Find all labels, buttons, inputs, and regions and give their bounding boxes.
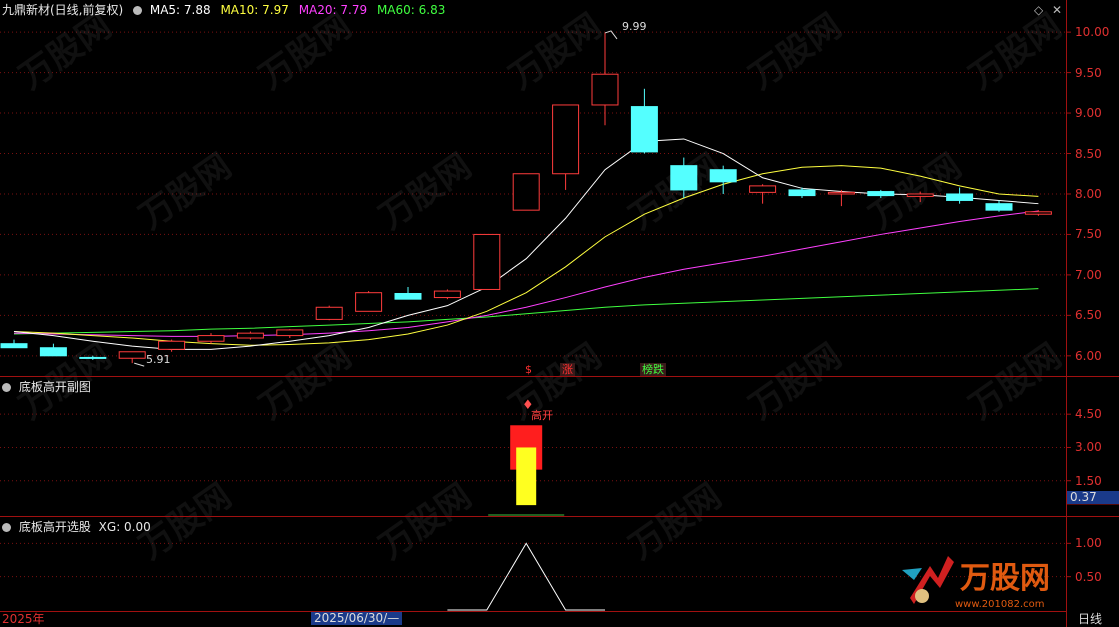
sub1-header: 底板高开副图 <box>2 380 91 394</box>
year-label: 2025年 <box>2 612 45 626</box>
candle-body-down <box>709 169 737 183</box>
right-axis-border <box>1066 0 1067 627</box>
sub1-yellow-bar <box>516 447 537 506</box>
watermark-text: 万股网 <box>373 147 478 237</box>
sub1-tick-label: 1.50 <box>1075 473 1102 488</box>
watermark-text: 万股网 <box>503 337 608 427</box>
watermark-text: 万股网 <box>963 337 1068 427</box>
watermark-text: 万股网 <box>373 477 478 567</box>
price-tick-label: 6.50 <box>1075 308 1102 323</box>
sub2-toggle-icon[interactable] <box>2 523 11 532</box>
candle-body-up <box>906 193 934 197</box>
candle-body-down <box>630 106 658 153</box>
sub2-tick-label: 1.00 <box>1075 536 1102 551</box>
candle-body-up <box>118 351 146 359</box>
sub1-panel-bottom-border <box>0 516 1119 517</box>
price-tick-label: 9.00 <box>1075 106 1102 121</box>
candle-body-down <box>39 347 67 357</box>
candle-body-up <box>276 329 304 337</box>
watermark-text: 万股网 <box>253 7 358 97</box>
diamond-signal-icon: ♦ <box>522 398 534 413</box>
candle-body-up <box>1024 211 1052 215</box>
candle-body-up <box>749 185 777 193</box>
ma60-line <box>13 288 1039 335</box>
stock-title[interactable]: 九鼎新材(日线,前复权) <box>2 3 123 17</box>
price-tick-label: 7.00 <box>1075 267 1102 282</box>
candle-body-down <box>985 203 1013 211</box>
candle-body-up <box>197 335 225 342</box>
xg-signal-line <box>447 542 605 611</box>
candle-body-up <box>315 306 343 320</box>
sub2-title[interactable]: 底板高开选股 <box>19 520 91 534</box>
candle-body-down <box>670 165 698 191</box>
price-tick-label: 7.50 <box>1075 227 1102 242</box>
legend-bar: 九鼎新材(日线,前复权) MA5: 7.88 MA10: 7.97 MA20: … <box>2 3 445 17</box>
candle-body-down <box>0 343 28 349</box>
main-panel-bottom-border <box>0 376 1119 377</box>
sub1-title[interactable]: 底板高开副图 <box>19 380 91 394</box>
price-tick-label: 8.50 <box>1075 146 1102 161</box>
candle-body-up <box>552 104 580 175</box>
date-cursor-label: 2025/06/30/— <box>311 612 403 625</box>
candle-body-down <box>79 356 107 359</box>
indicator-toggle-icon[interactable] <box>133 6 143 15</box>
candle-body-up <box>433 290 461 299</box>
brand-logo: 万股网 <box>960 561 1050 596</box>
period-label[interactable]: 日线 <box>1078 612 1102 626</box>
price-tick-label: 9.50 <box>1075 65 1102 80</box>
price-tick-label: 8.00 <box>1075 186 1102 201</box>
sub1-toggle-icon[interactable] <box>2 383 11 392</box>
candle-body-up <box>827 191 855 195</box>
price-tick-label: 10.00 <box>1075 25 1110 40</box>
brand-url: www.201082.com <box>955 599 1045 610</box>
candle-body-down <box>946 193 974 201</box>
high-price-label: 9.99 <box>622 20 647 33</box>
sub2-xg-value: XG: 0.00 <box>98 520 151 534</box>
signal-marker-s[interactable]: $ <box>523 363 534 376</box>
watermark-text: 万股网 <box>743 337 848 427</box>
candle-body-down <box>867 191 895 197</box>
sub2-header: 底板高开选股 XG: 0.00 <box>2 520 151 534</box>
brand-arrow-icon <box>902 556 954 604</box>
diamond-icon[interactable]: ◇ <box>1034 3 1043 17</box>
sub1-current-value: 0.37 <box>1067 491 1119 504</box>
watermark-text: 万股网 <box>13 7 118 97</box>
candle-body-up <box>236 332 264 339</box>
sub1-tick-label: 3.00 <box>1075 440 1102 455</box>
sub1-signal-label: 高开 <box>531 409 553 422</box>
candle-body-up <box>158 340 186 350</box>
kline-chart[interactable]: 万股网 万股网 万股网 万股网 万股网万股网 万股网 万股网 万股网万股网 万股网 万股网 万股网万… <box>0 0 1119 627</box>
sub2-tick-label: 0.50 <box>1075 569 1102 584</box>
watermark-text: 万股网 <box>623 147 728 237</box>
watermark-text: 万股网 <box>623 477 728 567</box>
signal-marker-bangdie[interactable]: 榜跌 <box>640 363 666 376</box>
ma20-value: MA20: 7.79 <box>298 3 368 17</box>
candle-body-up <box>355 292 383 312</box>
footer-top-border <box>0 611 1066 612</box>
low-price-label: 5.91 <box>146 353 171 366</box>
watermark-text: 万股网 <box>133 147 238 237</box>
candle-body-up <box>473 233 501 290</box>
candle-body-down <box>788 189 816 197</box>
close-icon[interactable]: ✕ <box>1052 3 1062 17</box>
ma10-value: MA10: 7.97 <box>220 3 289 17</box>
candle-body-up <box>512 173 540 211</box>
watermark-text: 万股网 <box>963 7 1068 97</box>
signal-marker-zhang[interactable]: 涨 <box>560 363 575 376</box>
watermark-text: 万股网 <box>253 337 358 427</box>
candle-body-up <box>591 73 619 106</box>
sub1-tick-label: 4.50 <box>1075 407 1102 422</box>
ma60-value: MA60: 6.83 <box>376 3 446 17</box>
price-tick-label: 6.00 <box>1075 348 1102 363</box>
ma5-line <box>13 138 1039 350</box>
low-pointer <box>134 362 145 367</box>
ma5-value: MA5: 7.88 <box>149 3 211 17</box>
candle-body-down <box>394 293 422 300</box>
watermark-text: 万股网 <box>743 7 848 97</box>
